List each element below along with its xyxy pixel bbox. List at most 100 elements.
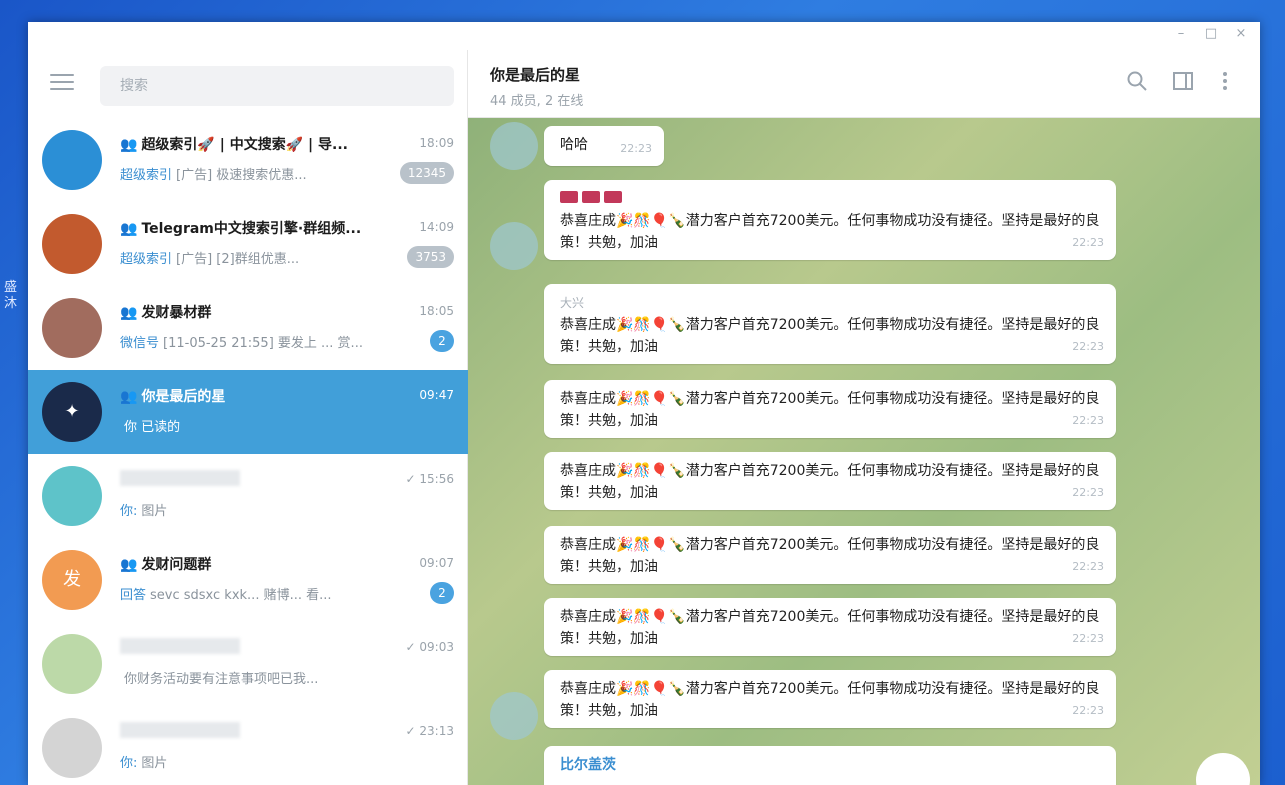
panel-icon[interactable] [1170,70,1196,96]
chat-list-sender: 微信号 [120,336,160,351]
title-bar: – □ × [28,22,1260,50]
message-bubble[interactable]: 大兴恭喜庄成🎉🎊🎈🍾潜力客户首充7200美元。任何事物成功没有捷径。坚持是最好的… [544,284,1116,364]
chat-list-time: 14:09 [419,220,454,234]
chat-list-preview-text: sevc sdsxc kxk... 赌博... 看... [150,588,332,603]
avatar: 发 [42,550,102,610]
maximize-button[interactable]: □ [1196,26,1226,41]
chat-list-item[interactable]: 👥 Telegram中文搜索引擎·群组频... 14:09 超级索引 [广告] [2]群… [28,202,468,286]
chat-list-item[interactable]: 发 👥 发财问题群 09:07 回答 sevc sdsxc kxk... 赌博... 看.… [28,538,468,622]
message-avatar[interactable] [490,222,538,270]
message-time: 22:23 [1072,414,1104,427]
chat-list-title-text: 发财问题群 [141,557,212,573]
chat-list-title: 👥 发财问题群 [120,554,395,574]
chat-title[interactable]: 你是最后的星 [490,64,580,85]
avatar [42,298,102,358]
chat-list-item[interactable]: ✦ 👥 你是最后的星 09:47 你 已读的 [28,370,468,454]
minimize-button[interactable]: – [1166,26,1196,41]
chat-list-time: ✓ 09:03 [405,640,454,654]
message-bubble[interactable]: 恭喜庄成🎉🎊🎈🍾潜力客户首充7200美元。任何事物成功没有捷径。坚持是最好的良策… [544,598,1116,656]
close-button[interactable]: × [1226,26,1256,41]
chat-list-title-text: 发财暴材群 [141,305,212,321]
message-bubble[interactable]: 恭喜庄成🎉🎊🎈🍾潜力客户首充7200美元。任何事物成功没有捷径。坚持是最好的良策… [544,380,1116,438]
chat-list-preview: 超级索引 [广告] 极速搜索优惠... [120,164,390,183]
chat-list-preview: 你: 图片 [120,752,390,771]
chat-list-preview-text: 图片 [141,756,168,771]
chat-list-title [120,470,240,486]
unread-badge: 2 [430,582,454,604]
chat-list-item[interactable]: ✓ 09:03 你财务活动要有注意事项吧已我... [28,622,468,706]
sidebar-header: 搜索 [28,50,467,118]
message-text: 恭喜庄成🎉🎊🎈🍾潜力客户首充7200美元。任何事物成功没有捷径。坚持是最好的良策… [560,463,1100,501]
hamburger-menu-icon[interactable] [50,74,74,92]
chat-list: 👥 超级索引🚀 | 中文搜索🚀 | 导... 18:09 超级索引 [广告] 极速搜索优… [28,118,468,785]
chat-list-time: 09:47 [419,388,454,402]
message-avatar[interactable] [490,122,538,170]
chat-list-title [120,722,240,738]
chat-sidebar: 搜索 👥 超级索引🚀 | 中文搜索🚀 | 导... 18:09 超级索引 [广告] 极速… [28,50,468,785]
message-time: 22:23 [1072,486,1104,499]
avatar [42,718,102,778]
chat-subtitle: 44 成员, 2 在线 [490,94,584,109]
message-text: 恭喜庄成🎉🎊🎈🍾潜力客户首充7200美元。任何事物成功没有捷径。坚持是最好的良策… [560,609,1100,647]
chat-list-item[interactable]: 👥 超级索引🚀 | 中文搜索🚀 | 导... 18:09 超级索引 [广告] 极速搜索优… [28,118,468,202]
message-avatar[interactable] [490,692,538,740]
group-icon: 👥 [120,305,138,321]
scroll-down-button[interactable] [1196,753,1250,785]
message-text: 恭喜庄成🎉🎊🎈🍾潜力客户首充7200美元。任何事物成功没有捷径。坚持是最好的良策… [560,317,1100,355]
chat-list-title: 👥 超级索引🚀 | 中文搜索🚀 | 导... [120,134,395,154]
chat-list-sender: 你: [120,504,138,519]
chat-list-preview: 你 已读的 [120,416,390,435]
unread-badge: 2 [430,330,454,352]
message-bubble[interactable]: 恭喜庄成🎉🎊🎈🍾潜力客户首充7200美元。任何事物成功没有捷径。坚持是最好的良策… [544,452,1116,510]
message-sender[interactable] [560,188,1102,210]
chat-list-preview: 你: 图片 [120,500,390,519]
chat-main: 你是最后的星 44 成员, 2 在线 哈哈 22:23 恭喜庄成🎉🎊🎈🍾潜力客户首充… [468,50,1260,785]
avatar-text: 发 [63,569,81,590]
message-time: 22:23 [1072,704,1104,717]
message-bubble[interactable]: 哈哈 22:23 [544,126,664,166]
chat-header: 你是最后的星 44 成员, 2 在线 [468,50,1260,118]
message-sender[interactable]: 比尔盖茨 [560,754,1102,776]
chat-list-sender: 超级索引 [120,168,173,183]
desktop-edge-text: 盛沐 [4,280,18,311]
chat-list-preview-text: [11-05-25 21:55] 要发上 ... 赏... [163,336,363,351]
chat-list-sender: 你: [120,756,138,771]
chat-list-preview-text: [广告] 极速搜索优惠... [176,168,307,183]
more-icon[interactable] [1212,70,1238,96]
search-input[interactable]: 搜索 [100,66,454,106]
chat-list-preview: 微信号 [11-05-25 21:55] 要发上 ... 赏... [120,332,390,351]
chat-list-title: 👥 发财暴材群 [120,302,395,322]
message-sender[interactable]: 大兴 [560,292,1102,314]
message-text: 恭喜庄成🎉🎊🎈🍾潜力客户首充7200美元。任何事物成功没有捷径。坚持是最好的良策… [560,681,1100,719]
message-time: 22:23 [1072,340,1104,353]
chat-list-sender: 超级索引 [120,252,173,267]
chat-list-preview: 你财务活动要有注意事项吧已我... [120,668,390,687]
message-text: 恭喜庄成🎉🎊🎈🍾潜力客户首充7200美元。任何事物成功没有捷径。坚持是最好的良策… [560,537,1100,575]
chat-list-item[interactable]: 👥 发财暴材群 18:05 微信号 [11-05-25 21:55] 要发上 ... 赏… [28,286,468,370]
message-bubble[interactable]: 恭喜庄成🎉🎊🎈🍾潜力客户首充7200美元。任何事物成功没有捷径。坚持是最好的良策… [544,180,1116,260]
chat-list-preview: 超级索引 [广告] [2]群组优惠... [120,248,390,267]
message-time: 22:23 [1072,632,1104,645]
chat-list-item[interactable]: ✓ 23:13 你: 图片 [28,706,468,785]
message-bubble[interactable]: 比尔盖茨 [544,746,1116,785]
chat-list-title-text: Telegram中文搜索引擎·群组频... [141,221,362,237]
chat-list-preview-text: 你 已读的 [124,420,181,435]
chat-list-item[interactable]: ✓ 15:56 你: 图片 [28,454,468,538]
avatar [42,634,102,694]
message-text: 恭喜庄成🎉🎊🎈🍾潜力客户首充7200美元。任何事物成功没有捷径。坚持是最好的良策… [560,213,1100,251]
chat-list-time: ✓ 23:13 [405,724,454,738]
group-icon: 👥 [120,389,138,405]
message-bubble[interactable]: 恭喜庄成🎉🎊🎈🍾潜力客户首充7200美元。任何事物成功没有捷径。坚持是最好的良策… [544,526,1116,584]
message-area[interactable]: 哈哈 22:23 恭喜庄成🎉🎊🎈🍾潜力客户首充7200美元。任何事物成功没有捷径。坚… [468,118,1260,785]
avatar [42,214,102,274]
avatar [42,466,102,526]
search-icon[interactable] [1124,70,1150,96]
desktop-edge: 盛沐 [0,280,28,360]
chat-list-time: 18:05 [419,304,454,318]
message-bubble[interactable]: 恭喜庄成🎉🎊🎈🍾潜力客户首充7200美元。任何事物成功没有捷径。坚持是最好的良策… [544,670,1116,728]
unread-badge: 3753 [407,246,454,268]
group-icon: 👥 [120,221,138,237]
chat-list-preview-text: 你财务活动要有注意事项吧已我... [124,672,319,687]
chat-list-title-text: 超级索引🚀 | 中文搜索🚀 | 导... [141,137,348,153]
telegram-window: – □ × 搜索 👥 超级索引🚀 | 中文搜索🚀 | 导... 18:09 超级索引[… [28,22,1260,785]
